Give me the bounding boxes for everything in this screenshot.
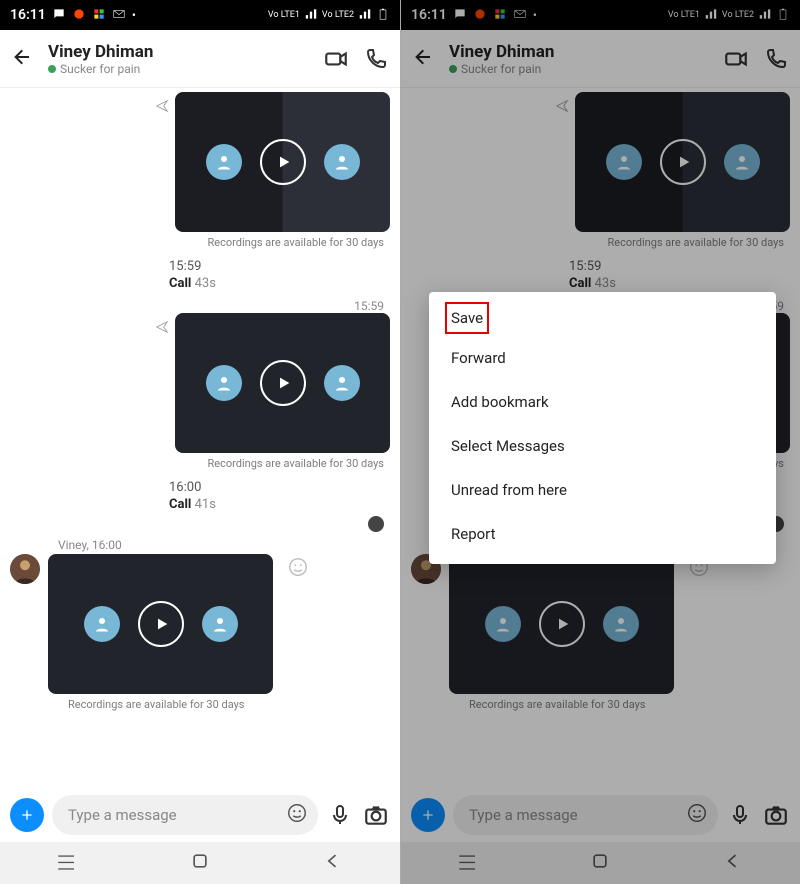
nav-back-button[interactable] bbox=[323, 851, 343, 876]
play-button[interactable] bbox=[260, 139, 306, 185]
recording-caption: Recordings are available for 30 days bbox=[68, 698, 384, 711]
play-button[interactable] bbox=[260, 360, 306, 406]
participant-avatar-icon bbox=[324, 365, 360, 401]
participant-avatar-icon bbox=[206, 144, 242, 180]
back-button[interactable] bbox=[10, 45, 36, 73]
mic-button[interactable] bbox=[326, 801, 354, 829]
signal-icon-2 bbox=[358, 7, 372, 24]
sender-label: Viney, 16:00 bbox=[58, 538, 390, 552]
network-label-1: Vo LTE1 bbox=[268, 10, 300, 20]
react-button[interactable] bbox=[285, 554, 311, 580]
add-button[interactable] bbox=[10, 798, 44, 832]
message-time: 15:59 bbox=[169, 259, 378, 274]
voice-call-button[interactable] bbox=[362, 45, 390, 73]
menu-item-forward[interactable]: Forward bbox=[429, 336, 776, 380]
reddit-icon bbox=[72, 7, 86, 24]
app-icon-1 bbox=[92, 7, 106, 24]
message-list[interactable]: Recordings are available for 30 days 15:… bbox=[0, 88, 400, 788]
participant-avatar-icon bbox=[324, 144, 360, 180]
participant-avatar-icon bbox=[206, 365, 242, 401]
phone-right: 16:11 • Vo LTE1 Vo LTE2 Viney Dhiman bbox=[400, 0, 800, 884]
chat-icon bbox=[52, 7, 66, 24]
chat-header: Viney Dhiman Sucker for pain bbox=[0, 30, 400, 88]
network-label-2: Vo LTE2 bbox=[322, 10, 354, 20]
message-placeholder: Type a message bbox=[68, 806, 278, 824]
message-input[interactable]: Type a message bbox=[52, 795, 318, 835]
participant-avatar-icon bbox=[202, 606, 238, 642]
emoji-icon[interactable] bbox=[286, 802, 308, 828]
context-menu: Save Forward Add bookmark Select Message… bbox=[429, 292, 776, 564]
home-button[interactable] bbox=[190, 851, 210, 876]
recording-caption: Recordings are available for 30 days bbox=[10, 236, 384, 249]
message-time: 15:59 bbox=[10, 299, 390, 313]
contact-name[interactable]: Viney Dhiman bbox=[48, 42, 153, 62]
status-bar: 16:11 • Vo LTE1 Vo LTE2 bbox=[0, 0, 400, 30]
participant-avatar-icon bbox=[84, 606, 120, 642]
composer: Type a message bbox=[0, 788, 400, 842]
menu-item-save[interactable]: Save bbox=[443, 300, 491, 336]
recording-thumbnail[interactable] bbox=[48, 554, 273, 694]
video-call-button[interactable] bbox=[322, 45, 350, 73]
sent-icon bbox=[155, 319, 171, 338]
menu-item-unread-from-here[interactable]: Unread from here bbox=[429, 468, 776, 512]
message-time: 16:00 bbox=[169, 480, 378, 495]
more-notif-icon: • bbox=[132, 8, 136, 22]
menu-item-add-bookmark[interactable]: Add bookmark bbox=[429, 380, 776, 424]
android-navbar: ||| bbox=[0, 842, 400, 884]
recording-caption: Recordings are available for 30 days bbox=[10, 457, 384, 470]
call-log-entry[interactable]: Call 41s bbox=[169, 497, 384, 512]
camera-button[interactable] bbox=[362, 801, 390, 829]
signal-icon-1 bbox=[304, 7, 318, 24]
battery-icon bbox=[376, 7, 390, 24]
recents-button[interactable]: ||| bbox=[56, 853, 77, 872]
sender-avatar[interactable] bbox=[10, 554, 40, 584]
call-log-entry[interactable]: Call 43s bbox=[169, 276, 384, 291]
contact-status: Sucker for pain bbox=[48, 62, 153, 76]
recording-thumbnail[interactable] bbox=[175, 313, 390, 453]
clock: 16:11 bbox=[10, 7, 46, 23]
phone-left: 16:11 • Vo LTE1 Vo LTE2 Viney Dhiman bbox=[0, 0, 400, 884]
menu-item-report[interactable]: Report bbox=[429, 512, 776, 556]
online-dot-icon bbox=[48, 65, 56, 73]
read-receipt-avatar bbox=[368, 516, 384, 532]
sent-icon bbox=[155, 98, 171, 117]
play-button[interactable] bbox=[138, 601, 184, 647]
menu-item-select-messages[interactable]: Select Messages bbox=[429, 424, 776, 468]
recording-thumbnail[interactable] bbox=[175, 92, 390, 232]
mail-icon bbox=[112, 7, 126, 24]
